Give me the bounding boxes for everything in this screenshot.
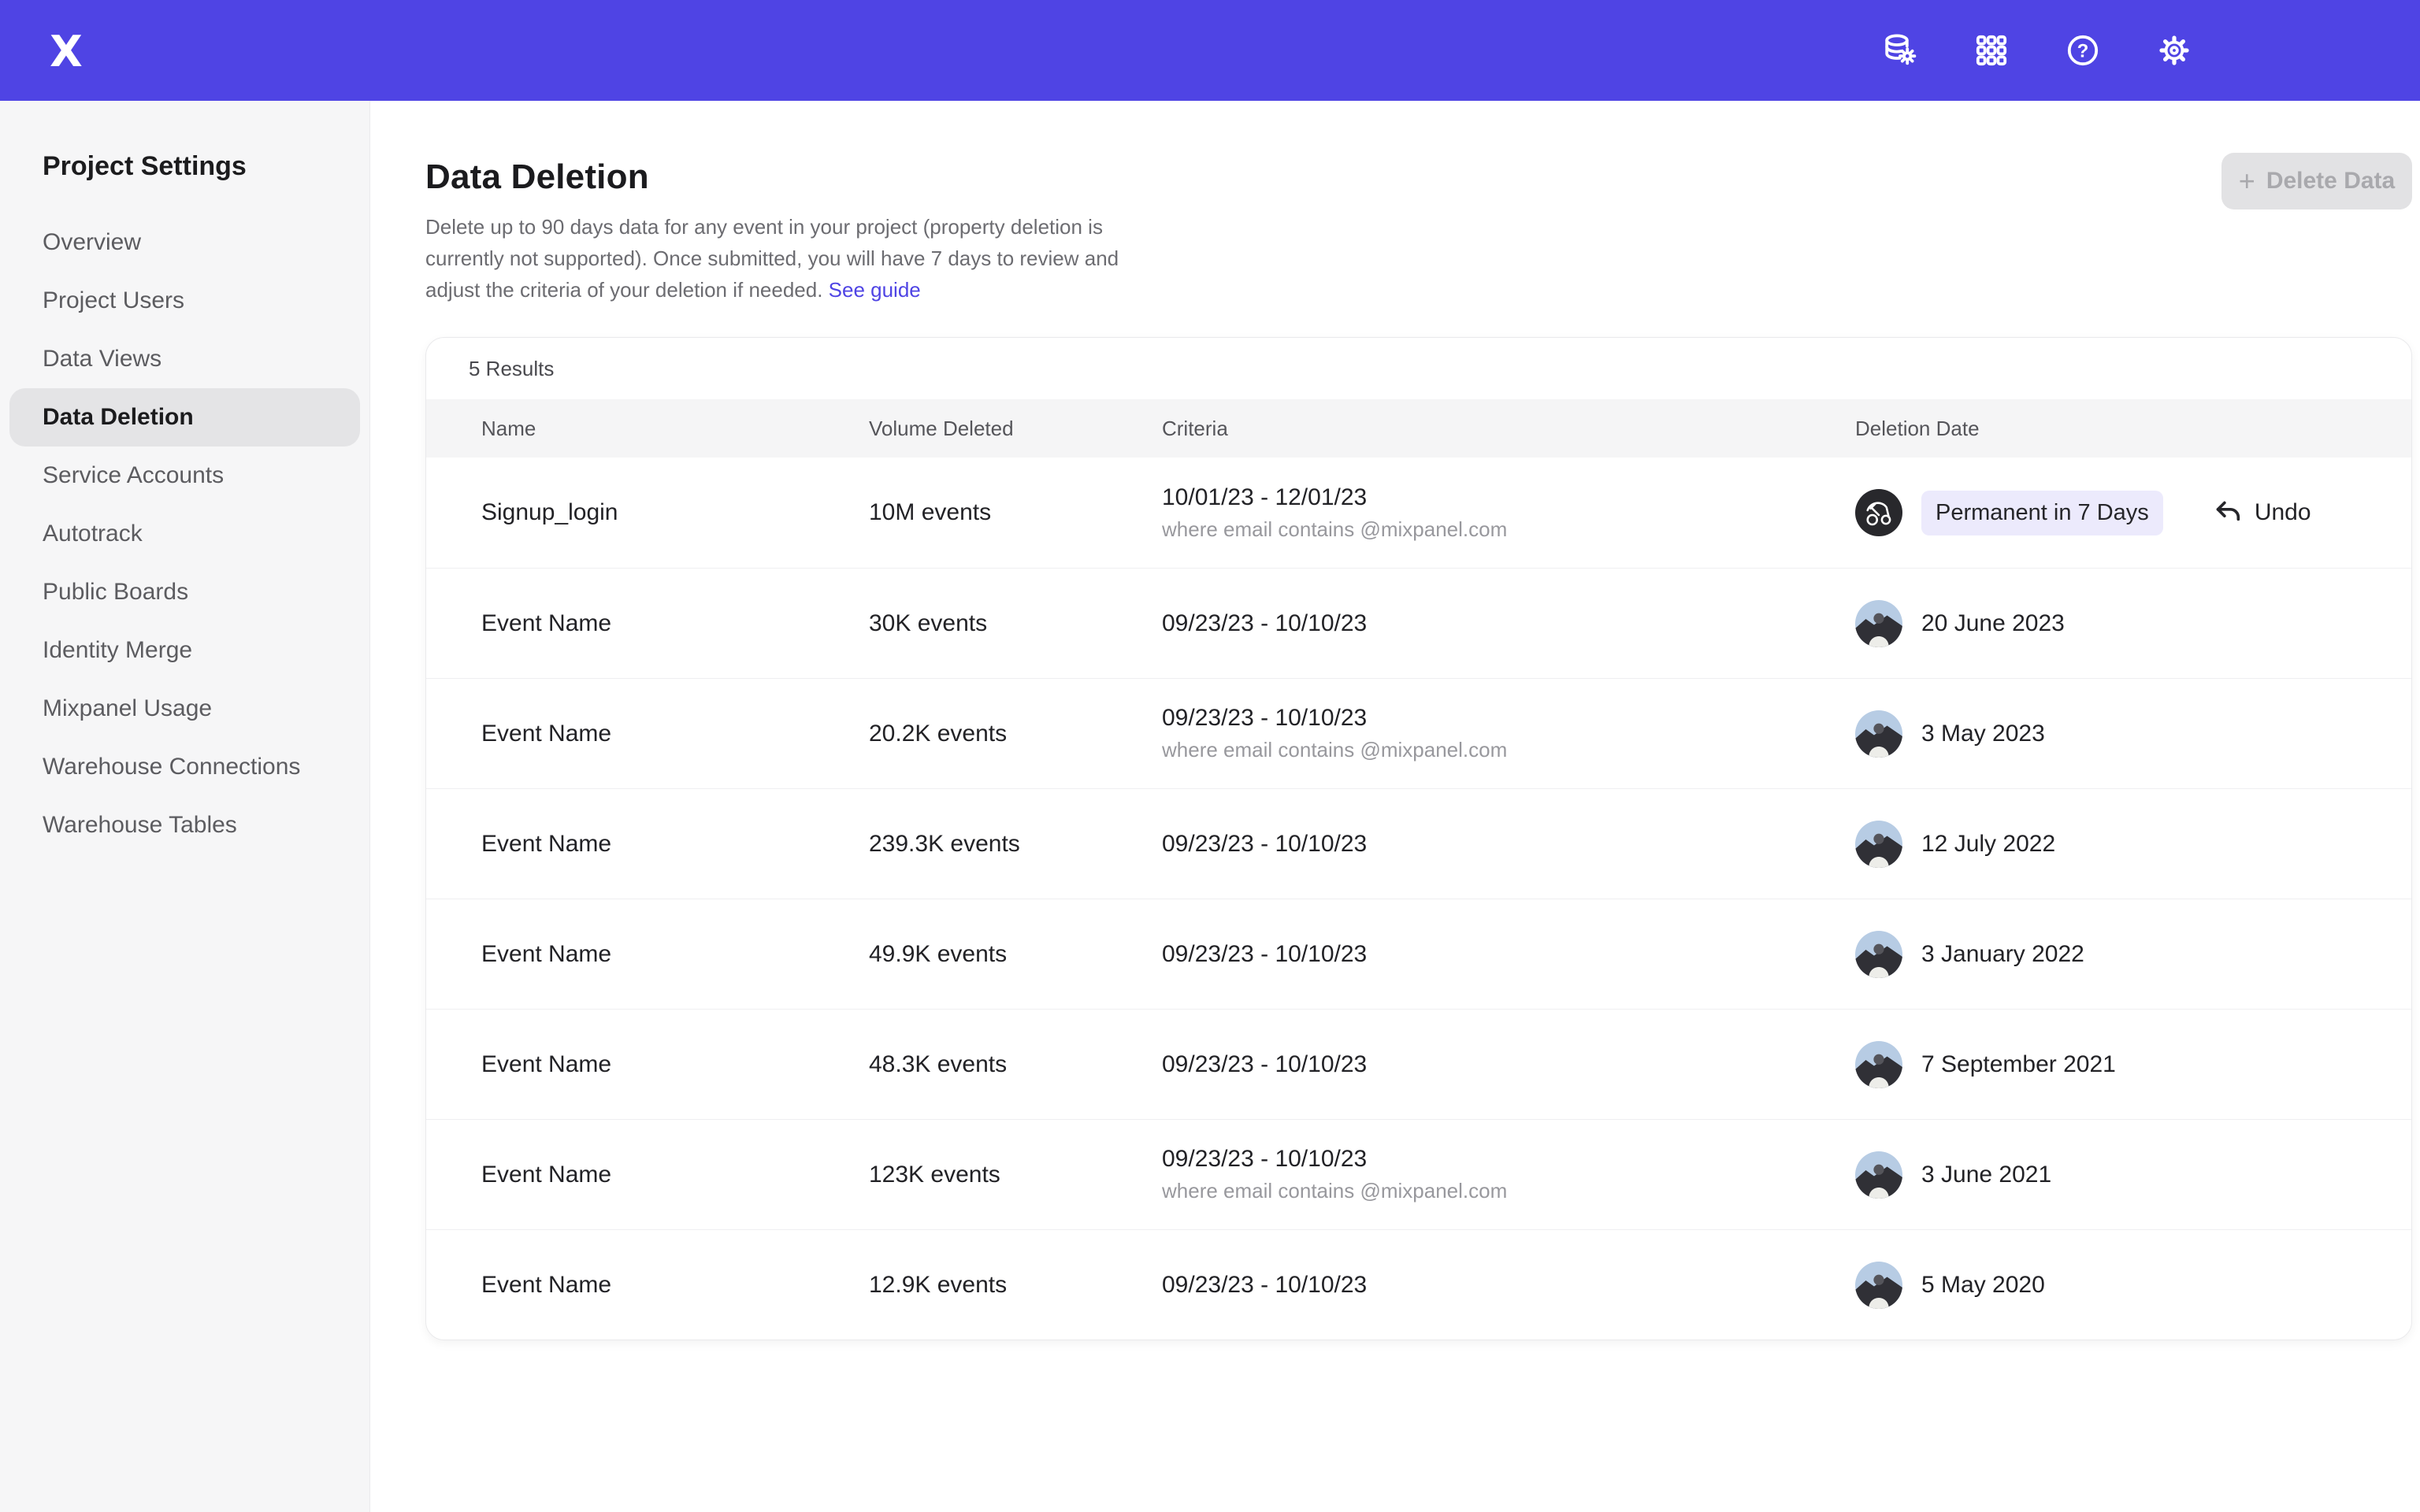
row-criteria: 09/23/23 - 10/10/23 [1162,1146,1367,1173]
row-name: Event Name [481,721,611,747]
sidebar-title: Project Settings [0,151,369,182]
sidebar: Project Settings OverviewProject UsersDa… [0,101,370,1512]
table-row: Event Name 239.3K events 09/23/23 - 10/1… [426,788,2411,899]
row-volume: 20.2K events [869,721,1007,747]
row-criteria: 09/23/23 - 10/10/23 [1162,941,1367,968]
deletion-date: 7 September 2021 [1921,1051,2116,1078]
row-name: Event Name [481,1162,611,1188]
table-row: Signup_login 10M events 10/01/23 - 12/01… [426,458,2411,568]
delete-data-label: Delete Data [2266,168,2395,195]
page-title: Data Deletion [425,158,2420,197]
undo-icon [2212,497,2244,528]
requester-avatar-photo [1855,1041,1902,1088]
svg-text:?: ? [2077,40,2089,61]
sidebar-item-mixpanel-usage[interactable]: Mixpanel Usage [9,680,360,738]
row-volume: 49.9K events [869,941,1007,968]
sidebar-item-warehouse-tables[interactable]: Warehouse Tables [9,796,360,854]
sidebar-item-autotrack[interactable]: Autotrack [9,505,360,563]
row-name: Event Name [481,831,611,858]
undo-button[interactable]: Undo [2212,497,2311,528]
results-bar: 5 Results [426,338,2411,399]
table-row: Event Name 48.3K events 09/23/23 - 10/10… [426,1009,2411,1119]
requester-avatar-photo [1855,710,1902,758]
table-row: Event Name 20.2K events 09/23/23 - 10/10… [426,678,2411,788]
sidebar-item-public-boards[interactable]: Public Boards [9,563,360,621]
row-volume: 123K events [869,1162,1000,1188]
sidebar-item-data-deletion[interactable]: Data Deletion [9,388,360,447]
row-name: Event Name [481,1051,611,1078]
sidebar-item-service-accounts[interactable]: Service Accounts [9,447,360,505]
table-row: Event Name 30K events 09/23/23 - 10/10/2… [426,568,2411,678]
requester-avatar-photo [1855,1151,1902,1199]
table-header: Name Volume Deleted Criteria Deletion Da… [426,399,2411,458]
results-count: 5 Results [469,357,554,381]
deletion-date: 5 May 2020 [1921,1272,2045,1299]
page-description: Delete up to 90 days data for any event … [425,211,1131,306]
sidebar-item-warehouse-connections[interactable]: Warehouse Connections [9,738,360,796]
row-name: Event Name [481,1272,611,1299]
plus-icon: + [2239,167,2255,195]
deletion-date: 3 January 2022 [1921,941,2084,968]
undo-label: Undo [2255,499,2311,526]
row-criteria: 09/23/23 - 10/10/23 [1162,831,1367,858]
row-criteria: 09/23/23 - 10/10/23 [1162,1272,1367,1299]
settings-icon[interactable] [2155,32,2193,69]
sidebar-item-overview[interactable]: Overview [9,213,360,272]
column-header-name: Name [481,417,869,441]
sidebar-menu: OverviewProject UsersData ViewsData Dele… [0,213,369,854]
see-guide-link[interactable]: See guide [829,278,921,302]
row-criteria-condition: where email contains @mixpanel.com [1162,738,1507,762]
top-navigation: X ? [0,0,2420,101]
row-name: Signup_login [481,499,618,526]
table-body: Signup_login 10M events 10/01/23 - 12/01… [426,458,2411,1340]
deletion-date: 3 May 2023 [1921,721,2045,747]
requester-avatar-photo [1855,1262,1902,1309]
row-criteria: 09/23/23 - 10/10/23 [1162,610,1367,637]
row-criteria-condition: where email contains @mixpanel.com [1162,1179,1507,1203]
column-header-criteria: Criteria [1162,417,1855,441]
requester-avatar-illustration [1855,489,1902,536]
row-name: Event Name [481,941,611,968]
main-content: Data Deletion Delete up to 90 days data … [370,101,2420,1512]
table-row: Event Name 123K events 09/23/23 - 10/10/… [426,1119,2411,1229]
row-criteria-condition: where email contains @mixpanel.com [1162,517,1507,542]
row-volume: 10M events [869,499,991,526]
row-volume: 239.3K events [869,831,1020,858]
requester-avatar-photo [1855,600,1902,647]
sidebar-item-project-users[interactable]: Project Users [9,272,360,330]
row-criteria: 09/23/23 - 10/10/23 [1162,705,1367,732]
deletion-date: 12 July 2022 [1921,831,2055,858]
row-name: Event Name [481,610,611,637]
row-volume: 30K events [869,610,987,637]
deletion-date: 20 June 2023 [1921,610,2065,637]
sidebar-item-data-views[interactable]: Data Views [9,330,360,388]
requester-avatar-photo [1855,821,1902,868]
row-volume: 48.3K events [869,1051,1007,1078]
table-row: Event Name 12.9K events 09/23/23 - 10/10… [426,1229,2411,1340]
requester-avatar-photo [1855,931,1902,978]
nav-icons: ? [1881,32,2193,69]
apps-grid-icon[interactable] [1973,32,2010,69]
data-management-icon[interactable] [1881,32,1919,69]
help-icon[interactable]: ? [2064,32,2102,69]
sidebar-item-identity-merge[interactable]: Identity Merge [9,621,360,680]
row-criteria: 10/01/23 - 12/01/23 [1162,484,1367,511]
mixpanel-logo[interactable]: X [41,25,91,76]
deletion-date: 3 June 2021 [1921,1162,2051,1188]
column-header-deletion-date: Deletion Date [1855,417,2412,441]
row-volume: 12.9K events [869,1272,1007,1299]
row-criteria: 09/23/23 - 10/10/23 [1162,1051,1367,1078]
table-row: Event Name 49.9K events 09/23/23 - 10/10… [426,899,2411,1009]
delete-data-button[interactable]: + Delete Data [2221,153,2412,209]
status-badge: Permanent in 7 Days [1921,491,2163,536]
page-description-text: Delete up to 90 days data for any event … [425,215,1119,302]
svg-text:X: X [50,27,83,76]
deletion-table-card: 5 Results Name Volume Deleted Criteria D… [425,337,2412,1340]
column-header-volume: Volume Deleted [869,417,1162,441]
